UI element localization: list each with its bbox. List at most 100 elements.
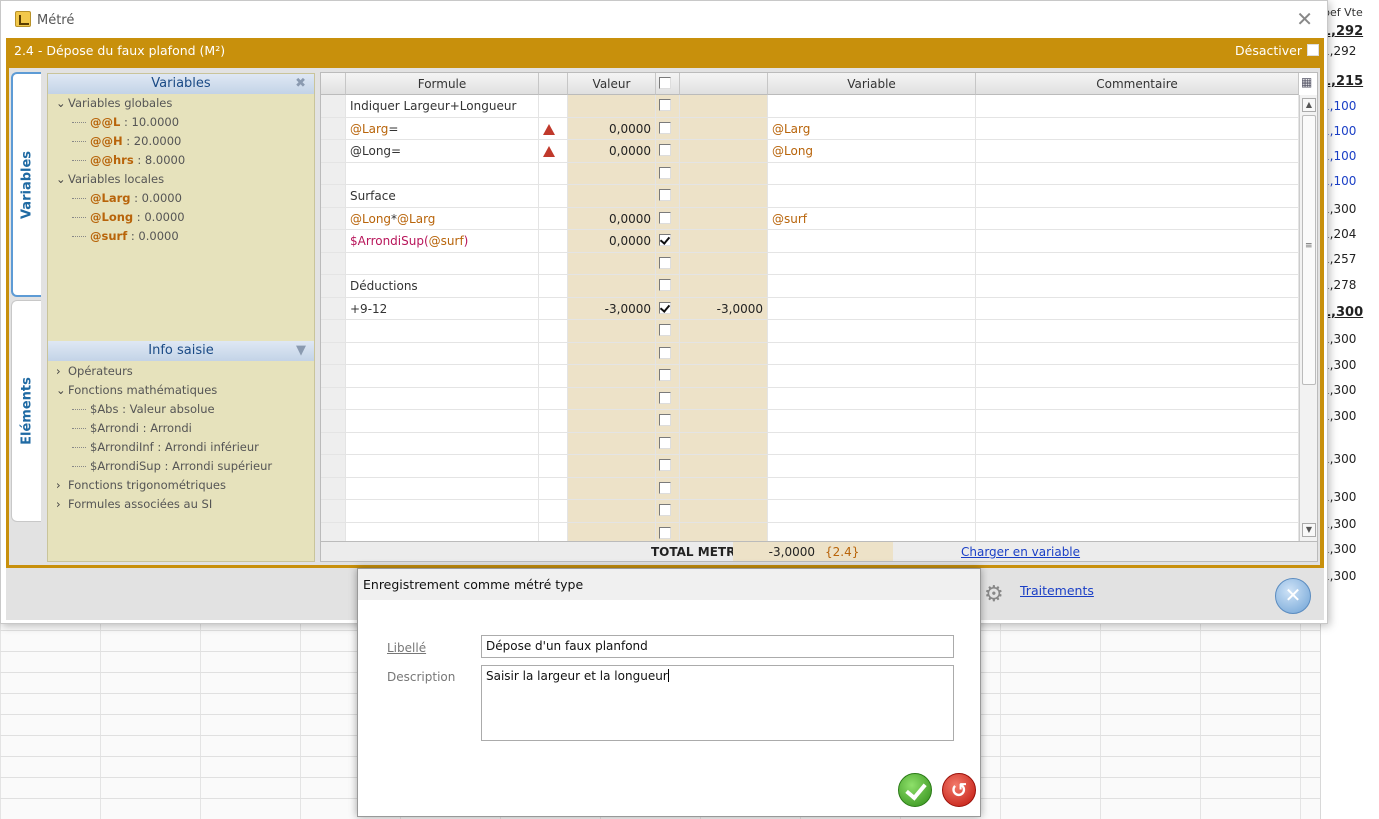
variable-cell[interactable] <box>768 252 976 275</box>
comment-cell[interactable] <box>976 275 1299 298</box>
value2-cell[interactable] <box>680 342 768 365</box>
table-row[interactable] <box>321 477 1299 500</box>
spreadsheet-cell[interactable]: 1,300 <box>1322 305 1363 320</box>
row-checkbox[interactable] <box>659 369 671 381</box>
row-checkbox[interactable] <box>659 256 671 269</box>
header-checkbox[interactable] <box>659 77 671 89</box>
tree-node-si[interactable]: › Formules associées au SI <box>48 495 314 514</box>
row-checkbox[interactable] <box>659 346 671 359</box>
table-row[interactable] <box>321 320 1299 343</box>
value2-cell[interactable] <box>680 410 768 433</box>
value-cell[interactable] <box>568 500 656 523</box>
row-checkbox[interactable] <box>659 436 671 449</box>
tree-node-operators[interactable]: › Opérateurs <box>48 362 314 381</box>
row-checkbox[interactable] <box>659 301 671 314</box>
tree-leaf-variable[interactable]: @@H : 20.0000 <box>48 132 314 151</box>
tree-leaf-function[interactable]: $ArrondiSup : Arrondi supérieur <box>48 457 314 476</box>
row-checkbox[interactable] <box>659 526 671 539</box>
row-header[interactable] <box>321 140 346 163</box>
comment-cell[interactable] <box>976 185 1299 208</box>
grid-scrollbar[interactable]: ▲ ≡ ▼ <box>1299 95 1317 541</box>
comment-cell[interactable] <box>976 500 1299 523</box>
row-header[interactable] <box>321 185 346 208</box>
variable-cell[interactable] <box>768 387 976 410</box>
tree-leaf-function[interactable]: $ArrondiInf : Arrondi inférieur <box>48 438 314 457</box>
row-checkbox[interactable] <box>659 144 671 156</box>
tree-leaf-variable[interactable]: @@hrs : 8.0000 <box>48 151 314 170</box>
formula-cell[interactable]: $ArrondiSup(@surf) <box>346 230 539 253</box>
table-row[interactable] <box>321 162 1299 185</box>
row-checkbox[interactable] <box>659 414 671 426</box>
variable-cell[interactable] <box>768 365 976 388</box>
value-cell[interactable]: 0,0000 <box>568 140 656 163</box>
row-header[interactable] <box>321 95 346 118</box>
spreadsheet-cell[interactable]: 1,215 <box>1322 74 1363 89</box>
value-cell[interactable]: -3,0000 <box>568 297 656 320</box>
row-header[interactable] <box>321 365 346 388</box>
formula-cell[interactable]: +9-12 <box>346 297 539 320</box>
variable-cell[interactable] <box>768 342 976 365</box>
row-checkbox[interactable] <box>659 211 671 224</box>
row-header[interactable] <box>321 230 346 253</box>
row-checkbox[interactable] <box>659 391 671 404</box>
formula-cell[interactable] <box>346 342 539 365</box>
tree-node-global[interactable]: ⌄ Variables globales <box>48 94 314 113</box>
value-cell[interactable] <box>568 365 656 388</box>
value-cell[interactable]: 0,0000 <box>568 207 656 230</box>
table-row[interactable]: Indiquer Largeur+Longueur <box>321 95 1299 118</box>
tree-leaf-variable[interactable]: @@L : 10.0000 <box>48 113 314 132</box>
row-header[interactable] <box>321 455 346 478</box>
comment-cell[interactable] <box>976 432 1299 455</box>
deactivate-checkbox[interactable] <box>1307 44 1319 56</box>
tree-leaf-variable[interactable]: @Larg : 0.0000 <box>48 189 314 208</box>
value2-cell[interactable] <box>680 275 768 298</box>
value2-cell[interactable] <box>680 500 768 523</box>
variable-cell[interactable] <box>768 432 976 455</box>
row-header[interactable] <box>321 410 346 433</box>
grid-options-icon[interactable]: ▦ <box>1301 75 1315 91</box>
row-header[interactable] <box>321 342 346 365</box>
row-checkbox[interactable] <box>659 324 671 336</box>
formula-cell[interactable] <box>346 162 539 185</box>
info-panel-header[interactable]: Info saisie ▼ <box>48 341 314 361</box>
collapse-triangle-icon[interactable]: ▼ <box>296 341 306 361</box>
cancel-button[interactable]: ↺ <box>942 773 976 807</box>
value-cell[interactable] <box>568 410 656 433</box>
value2-cell[interactable] <box>680 455 768 478</box>
table-row[interactable] <box>321 432 1299 455</box>
row-header[interactable] <box>321 320 346 343</box>
comment-cell[interactable] <box>976 162 1299 185</box>
variable-cell[interactable]: @Long <box>768 140 976 163</box>
table-row[interactable] <box>321 455 1299 478</box>
description-textarea[interactable]: Saisir la largeur et la longueur <box>481 665 954 741</box>
table-row[interactable]: @Larg= 0,0000 @Larg <box>321 117 1299 140</box>
value2-cell[interactable] <box>680 387 768 410</box>
row-header[interactable] <box>321 207 346 230</box>
tree-node-trig[interactable]: › Fonctions trigonométriques <box>48 476 314 495</box>
tab-elements[interactable]: Eléments <box>11 300 41 522</box>
comment-cell[interactable] <box>976 410 1299 433</box>
tree-node-math[interactable]: ⌄ Fonctions mathématiques <box>48 381 314 400</box>
row-header[interactable] <box>321 117 346 140</box>
row-header[interactable] <box>321 252 346 275</box>
value2-cell[interactable] <box>680 185 768 208</box>
row-checkbox[interactable] <box>659 504 671 516</box>
variable-cell[interactable] <box>768 185 976 208</box>
tree-leaf-function[interactable]: $Arrondi : Arrondi <box>48 419 314 438</box>
variable-cell[interactable] <box>768 297 976 320</box>
comment-cell[interactable] <box>976 95 1299 118</box>
row-header[interactable] <box>321 387 346 410</box>
formula-cell[interactable]: Indiquer Largeur+Longueur <box>346 95 539 118</box>
value-cell[interactable] <box>568 162 656 185</box>
value2-cell[interactable] <box>680 320 768 343</box>
value2-cell[interactable] <box>680 477 768 500</box>
variable-cell[interactable]: @Larg <box>768 117 976 140</box>
value-cell[interactable] <box>568 477 656 500</box>
table-row[interactable]: @Long*@Larg 0,0000 @surf <box>321 207 1299 230</box>
variable-cell[interactable] <box>768 320 976 343</box>
value-cell[interactable] <box>568 387 656 410</box>
value-cell[interactable]: 0,0000 <box>568 230 656 253</box>
variable-cell[interactable] <box>768 455 976 478</box>
row-checkbox[interactable] <box>659 121 671 134</box>
spreadsheet-cell[interactable]: 1,292 <box>1322 24 1363 39</box>
